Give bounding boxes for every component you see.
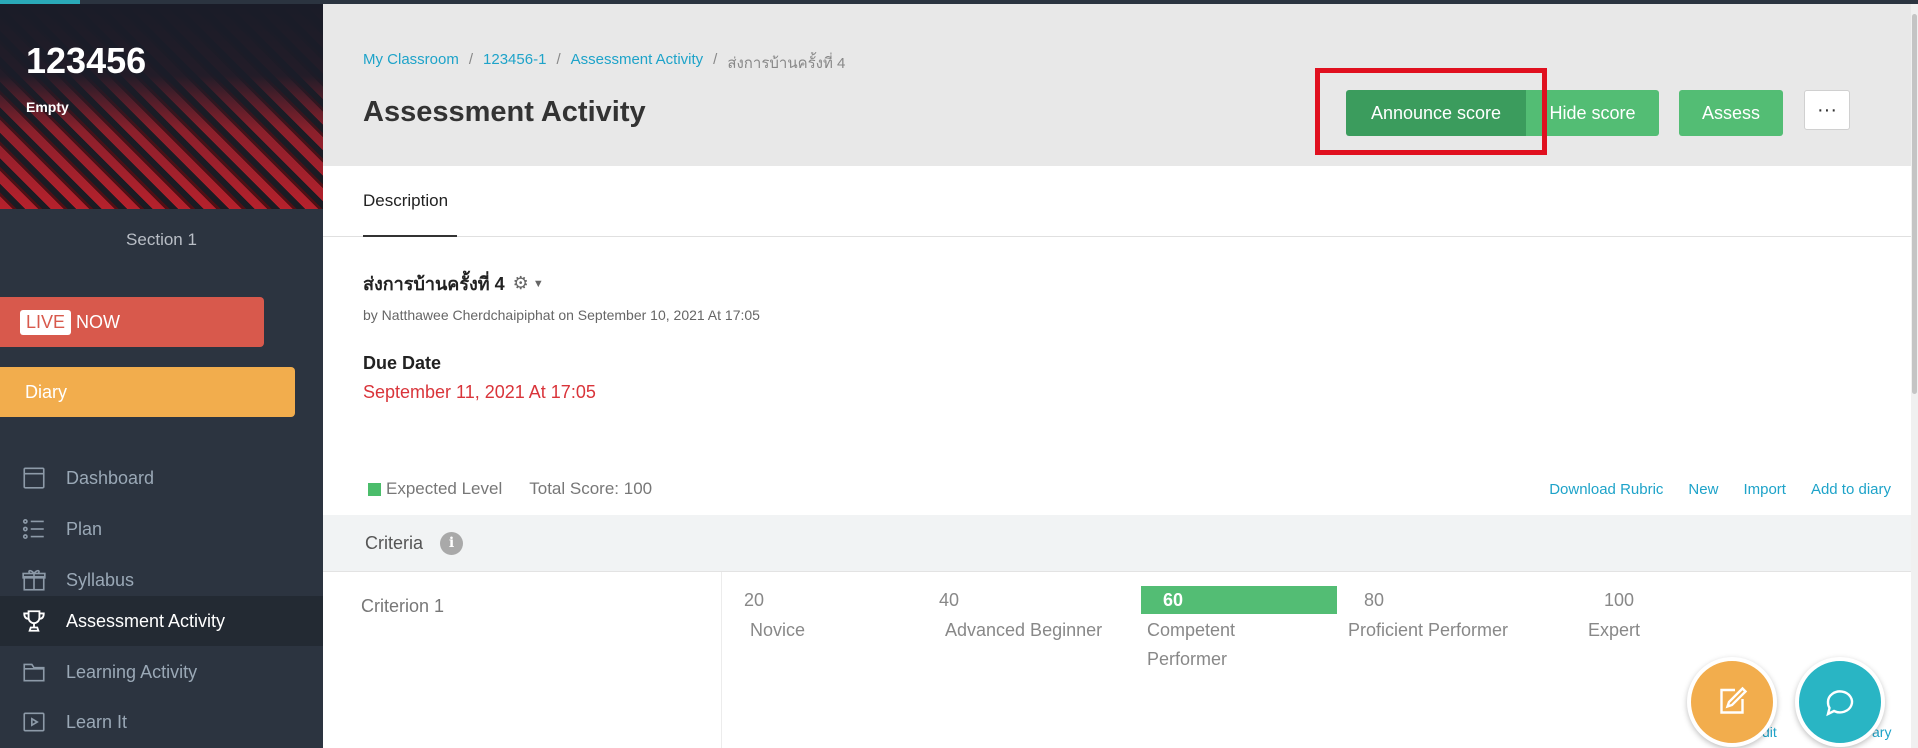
folder-icon	[20, 658, 48, 686]
live-now-button[interactable]: LIVE NOW	[0, 297, 264, 347]
breadcrumb-separator: /	[713, 51, 718, 68]
activity-content: ส่งการบ้านครั้งที่ 4 ⚙ ▼ by Natthawee Ch…	[323, 237, 1918, 748]
sidebar-item-label: Syllabus	[66, 569, 135, 590]
level-label: Competent Performer	[1147, 620, 1236, 669]
level-label: Novice	[750, 620, 806, 640]
level-score: 60	[1141, 586, 1337, 614]
sidebar-item-label: Assessment Activity	[66, 610, 226, 631]
chat-fab-button[interactable]	[1795, 657, 1885, 747]
live-now-label: NOW	[76, 311, 121, 332]
level-cell[interactable]: 80 Proficient Performer	[1342, 586, 1540, 645]
level-cell[interactable]: 100 Expert	[1582, 586, 1780, 645]
sidebar-item-label: Learn It	[66, 711, 128, 732]
breadcrumb-my-classroom[interactable]: My Classroom	[363, 51, 459, 75]
expected-level-swatch	[368, 482, 381, 496]
new-rubric-link[interactable]: New	[1688, 481, 1718, 498]
play-icon	[20, 708, 48, 736]
gear-icon[interactable]: ⚙	[513, 273, 529, 294]
page-header: My Classroom / 123456-1 / Assessment Act…	[323, 4, 1918, 166]
breadcrumb-assessment-activity[interactable]: Assessment Activity	[571, 51, 704, 75]
breadcrumb-current: ส่งการบ้านครั้งที่ 4	[727, 55, 846, 72]
announce-score-button[interactable]: Announce score	[1346, 90, 1526, 136]
sidebar-item-learning-activity[interactable]: Learning Activity	[0, 647, 323, 697]
assess-button[interactable]: Assess	[1679, 90, 1783, 136]
criteria-header-label: Criteria	[365, 532, 424, 553]
due-date-value: September 11, 2021 At 17:05	[363, 382, 596, 402]
sidebar-item-label: Learning Activity	[66, 661, 198, 682]
scrollbar[interactable]	[1911, 4, 1918, 748]
breadcrumb-separator: /	[556, 51, 561, 68]
info-icon[interactable]: i	[440, 531, 464, 555]
tab-bar: Description	[323, 166, 1918, 237]
level-score: 80	[1364, 589, 1385, 610]
rubric-legend: Expected Level Total Score: 100	[368, 479, 652, 499]
breadcrumb-class[interactable]: 123456-1	[483, 51, 546, 75]
live-badge: LIVE	[20, 309, 72, 335]
section-selector[interactable]: Section 1	[0, 230, 323, 250]
breadcrumb-separator: /	[468, 51, 474, 68]
sidebar-item-learn-it[interactable]: Learn It	[0, 697, 323, 747]
level-label: Expert	[1588, 620, 1641, 640]
breadcrumb: My Classroom / 123456-1 / Assessment Act…	[363, 51, 845, 75]
edit-note-icon	[1720, 686, 1748, 714]
sidebar-item-label: Plan	[66, 518, 103, 539]
class-status: Empty	[26, 99, 69, 115]
import-rubric-link[interactable]: Import	[1743, 481, 1786, 498]
more-options-button[interactable]: ···	[1804, 90, 1850, 130]
dashboard-icon	[20, 464, 48, 492]
level-label: Proficient Performer	[1348, 620, 1509, 640]
list-icon	[20, 515, 48, 543]
sidebar-item-assessment-activity[interactable]: Assessment Activity	[0, 596, 323, 646]
total-score: Total Score: 100	[529, 479, 653, 498]
level-score: 100	[1604, 589, 1635, 610]
add-to-diary-link[interactable]: Add to diary	[1811, 481, 1891, 498]
criteria-header: Criteria i	[323, 515, 1918, 572]
class-banner: 123456 Empty	[0, 4, 323, 209]
level-label: Advanced Beginner	[945, 620, 1103, 640]
activity-title-row: ส่งการบ้านครั้งที่ 4 ⚙ ▼	[363, 269, 544, 298]
expected-level-label: Expected Level	[386, 479, 503, 498]
activity-title: ส่งการบ้านครั้งที่ 4	[363, 274, 505, 294]
trophy-icon	[20, 607, 48, 635]
gift-icon	[20, 566, 48, 594]
sidebar: 123456 Empty Section 1 LIVE NOW Diary Da…	[0, 4, 323, 748]
level-cell[interactable]: 40 Advanced Beginner	[917, 586, 1115, 645]
sidebar-item-plan[interactable]: Plan	[0, 504, 323, 554]
sidebar-item-label: Dashboard	[66, 467, 155, 488]
level-score: 40	[939, 589, 960, 610]
activity-byline: by Natthawee Cherdchaipiphat on Septembe…	[363, 307, 760, 323]
page-title: Assessment Activity	[363, 96, 646, 128]
due-date-label: Due Date	[363, 353, 442, 373]
edit-fab-button[interactable]	[1687, 657, 1777, 747]
download-rubric-link[interactable]: Download Rubric	[1549, 481, 1663, 498]
class-name: 123456	[26, 40, 147, 81]
criterion-row: Criterion 1 20 Novice 40 Advanced Beginn…	[323, 572, 1918, 748]
level-cell-expected[interactable]: 60 Competent Performer	[1141, 586, 1339, 674]
level-cell[interactable]: 20 Novice	[722, 586, 920, 645]
chevron-down-icon[interactable]: ▼	[533, 278, 544, 290]
criterion-name: Criterion 1	[361, 596, 445, 616]
level-score: 20	[744, 589, 765, 610]
sidebar-item-dashboard[interactable]: Dashboard	[0, 453, 323, 503]
chat-bubble-icon	[1826, 690, 1854, 717]
diary-button[interactable]: Diary	[0, 367, 295, 417]
scrollbar-thumb[interactable]	[1912, 14, 1917, 394]
rubric-actions: Download Rubric New Import Add to diary	[1549, 481, 1891, 498]
hide-score-button[interactable]: Hide score	[1526, 90, 1659, 136]
tab-description[interactable]: Description	[363, 166, 457, 237]
